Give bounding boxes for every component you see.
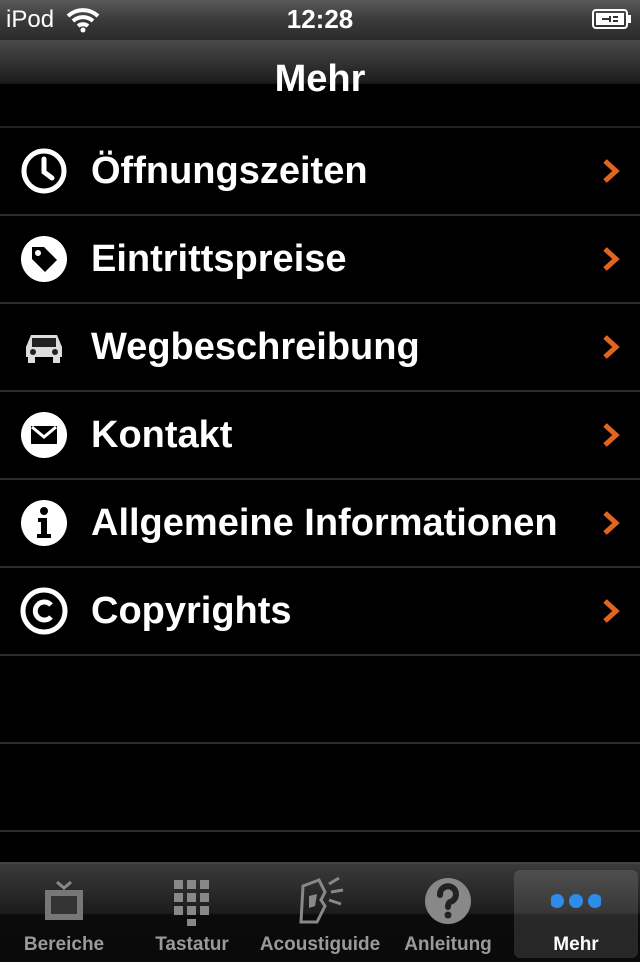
tab-label: Anleitung	[404, 934, 492, 955]
chevron-right-icon	[603, 159, 620, 183]
tab-bereiche[interactable]: Bereiche	[2, 870, 126, 958]
empty-row	[0, 744, 640, 832]
keypad-icon	[174, 880, 209, 926]
menu-item-kontakt[interactable]: Kontakt	[0, 392, 640, 480]
tab-bar: Bereiche Tastatur Acoustiguide Anleitung	[0, 862, 640, 962]
tab-label: Tastatur	[155, 934, 229, 955]
menu-list: Öffnungszeiten Eintrittspreise Wegbeschr…	[0, 128, 640, 832]
car-icon	[26, 335, 62, 363]
chevron-right-icon	[603, 423, 620, 447]
menu-item-label: Copyrights	[91, 590, 292, 632]
copyright-icon	[20, 587, 68, 635]
status-time: 12:28	[286, 4, 354, 34]
tab-acoustiguide[interactable]: Acoustiguide	[258, 870, 382, 958]
menu-item-wegbeschreibung[interactable]: Wegbeschreibung	[0, 304, 640, 392]
question-icon	[425, 878, 471, 924]
page-title: Mehr	[274, 58, 366, 100]
menu-item-copyrights[interactable]: Copyrights	[0, 568, 640, 656]
menu-item-label: Kontakt	[91, 414, 233, 456]
tab-mehr[interactable]: Mehr	[514, 870, 638, 958]
tab-label: Acoustiguide	[259, 934, 381, 955]
battery-charging-icon	[592, 9, 631, 29]
more-dots-icon	[551, 894, 601, 908]
tab-tastatur[interactable]: Tastatur	[130, 870, 254, 958]
info-icon	[21, 500, 67, 546]
tab-label: Mehr	[553, 934, 599, 955]
menu-item-label: Wegbeschreibung	[91, 326, 420, 368]
clock-icon	[21, 148, 67, 194]
chevron-right-icon	[603, 511, 620, 535]
tab-anleitung[interactable]: Anleitung	[386, 870, 510, 958]
envelope-icon	[21, 412, 67, 458]
picture-frame-icon	[45, 880, 83, 920]
navigation-bar: Mehr	[0, 40, 640, 128]
chevron-right-icon	[603, 599, 620, 623]
menu-item-label: Öffnungszeiten	[91, 150, 368, 192]
menu-item-oeffnungszeiten[interactable]: Öffnungszeiten	[0, 128, 640, 216]
chevron-right-icon	[603, 247, 620, 271]
menu-item-eintrittspreise[interactable]: Eintrittspreise	[0, 216, 640, 304]
acoustiguide-icon	[299, 876, 344, 924]
chevron-right-icon	[603, 335, 620, 359]
price-tag-icon	[21, 236, 67, 282]
tab-label: Bereiche	[23, 934, 105, 955]
menu-item-allgemeine-informationen[interactable]: Allgemeine Informationen	[0, 480, 640, 568]
menu-item-label: Eintrittspreise	[91, 238, 347, 280]
empty-row	[0, 656, 640, 744]
status-bar: iPod 12:28	[0, 0, 640, 40]
menu-item-label: Allgemeine Informationen	[91, 502, 558, 544]
